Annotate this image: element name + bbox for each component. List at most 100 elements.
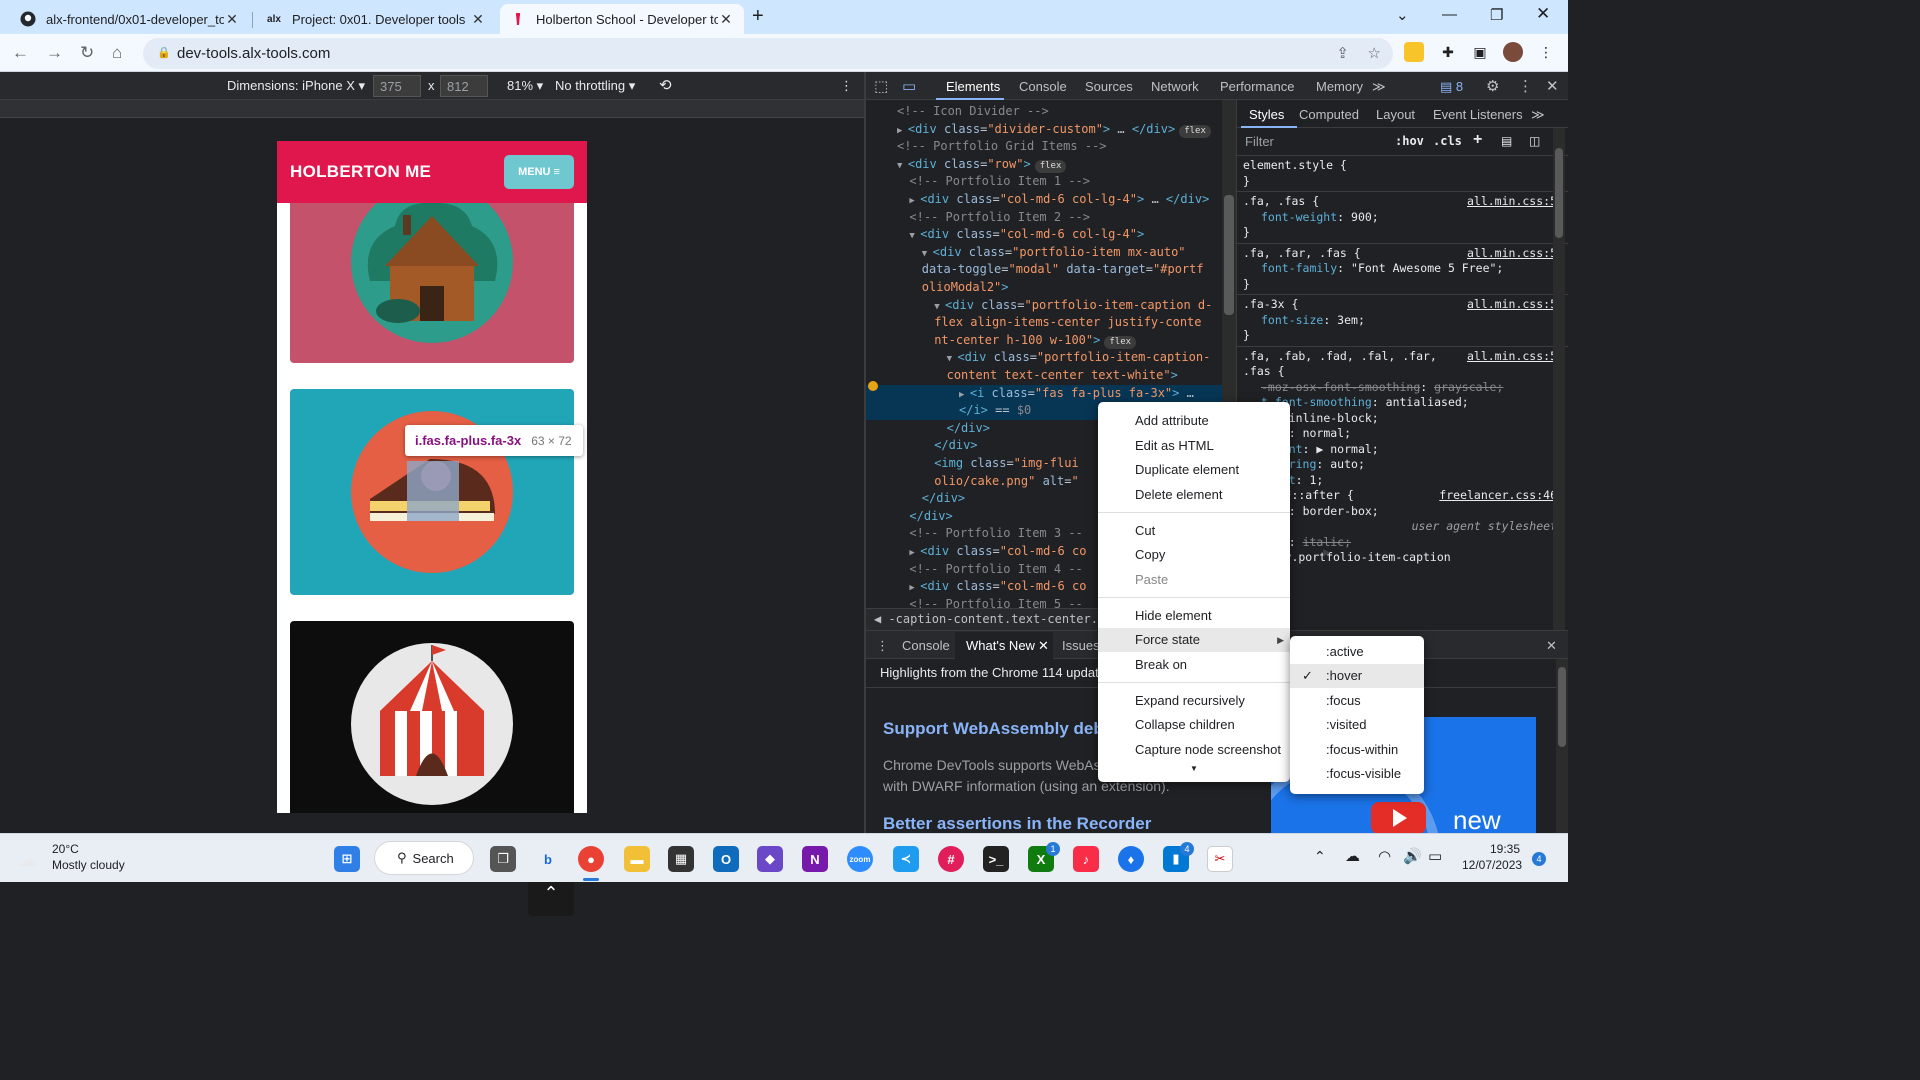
task-view-icon[interactable]: ❐ xyxy=(490,846,516,872)
expand-arrow-icon[interactable]: ▼ xyxy=(909,231,920,241)
slack-icon[interactable]: # xyxy=(938,846,964,872)
dom-tree-line[interactable]: <!-- Portfolio Item 2 --> xyxy=(866,209,1222,227)
outlook-icon[interactable]: O xyxy=(713,846,739,872)
menu-button[interactable]: MENU ≡ xyxy=(504,155,574,189)
menu-break-on[interactable]: Break on▶ xyxy=(1135,657,1330,672)
css-declaration[interactable]: font-weight: 900; xyxy=(1243,210,1563,225)
css-selector[interactable]: .fa, .far, .fas {all.min.css:5 xyxy=(1243,246,1563,261)
state-hover[interactable]: ✓:hover xyxy=(1290,664,1424,688)
hov-toggle[interactable]: :hov xyxy=(1395,134,1424,148)
css-selector[interactable]: .fa, .fas {all.min.css:5 xyxy=(1243,194,1563,209)
inspect-element-icon[interactable]: ⬚ xyxy=(874,77,888,95)
menu-paste[interactable]: Paste xyxy=(1135,572,1168,587)
extension-icon[interactable] xyxy=(1404,42,1424,62)
expand-arrow-icon[interactable]: ▼ xyxy=(934,302,945,312)
drawer-scrollbar[interactable] xyxy=(1556,659,1568,834)
menu-cut[interactable]: Cut xyxy=(1135,523,1155,538)
drawer-tab-console[interactable]: Console xyxy=(902,638,950,653)
menu-duplicate-element[interactable]: Duplicate element xyxy=(1135,462,1239,477)
css-declaration[interactable]: -moz-osx-font-smoothing: grayscale; xyxy=(1243,380,1563,395)
tab-styles[interactable]: Styles xyxy=(1249,107,1284,122)
breadcrumb-back-icon[interactable]: ◀ xyxy=(874,612,888,626)
css-declaration[interactable]: tyle: normal; xyxy=(1243,426,1563,441)
issues-badge[interactable]: ▤ 8 xyxy=(1440,79,1463,95)
dom-tree-line[interactable]: <!-- Portfolio Grid Items --> xyxy=(866,138,1222,156)
dom-tree-line[interactable]: ▶ <i class="fas fa-plus fa-3x"> … xyxy=(866,384,1222,403)
dom-tree-line[interactable]: ▶ <div class="col-md-6 col-lg-4"> … </di… xyxy=(866,191,1222,209)
weather-temp[interactable]: 20°C xyxy=(52,842,79,856)
menu-force-state[interactable]: Force state ▶ xyxy=(1098,628,1290,652)
css-source-link[interactable]: all.min.css:5 xyxy=(1467,349,1557,364)
expand-arrow-icon[interactable]: ▼ xyxy=(922,249,933,259)
expand-arrow-icon[interactable]: ▼ xyxy=(947,354,958,364)
css-rule-close[interactable]: } xyxy=(1243,277,1563,292)
onedrive-icon[interactable]: ☁ xyxy=(1345,847,1360,865)
portfolio-item-cake[interactable] xyxy=(290,389,574,595)
site-brand[interactable]: HOLBERTON ME xyxy=(290,162,431,182)
device-more-icon[interactable]: ⋮ xyxy=(840,78,853,94)
devtools-menu-icon[interactable]: ⋮ xyxy=(1518,77,1533,95)
close-tab-icon[interactable]: ✕ xyxy=(224,11,240,28)
clock-time[interactable]: 19:35 xyxy=(1490,842,1520,856)
more-tabs-icon[interactable]: ≫ xyxy=(1372,79,1386,95)
tab-memory[interactable]: Memory xyxy=(1316,79,1363,94)
styles-filter-input[interactable]: Filter xyxy=(1245,134,1274,149)
portfolio-item-cabin[interactable] xyxy=(290,181,574,363)
toggle-sidebar-icon[interactable]: ◫ xyxy=(1529,134,1540,148)
device-dimensions-dropdown[interactable]: Dimensions: iPhone X ▾ xyxy=(227,78,365,94)
menu-collapse-children[interactable]: Collapse children xyxy=(1135,717,1235,732)
flex-badge[interactable]: flex xyxy=(1179,124,1211,138)
cls-toggle[interactable]: .cls xyxy=(1433,134,1462,148)
zoom-dropdown[interactable]: 81% ▾ xyxy=(507,78,543,94)
tab-event-listeners[interactable]: Event Listeners xyxy=(1433,107,1523,122)
computed-styles-icon[interactable]: ▤ xyxy=(1501,134,1512,148)
css-declaration[interactable]: font-size: 3em; xyxy=(1243,313,1563,328)
collapsed-arrow-icon[interactable]: ▶ xyxy=(909,196,920,206)
extensions-puzzle-icon[interactable]: ✚ xyxy=(1438,42,1458,62)
menu-hide-element[interactable]: Hide element xyxy=(1135,608,1212,623)
state-focus-within[interactable]: :focus-within xyxy=(1326,742,1398,757)
styles-scrollbar[interactable] xyxy=(1553,128,1565,630)
back-icon[interactable]: ← xyxy=(12,43,29,63)
wifi-icon[interactable]: ◠ xyxy=(1378,847,1391,865)
dom-tree-line[interactable]: ▼ <div class="portfolio-item-caption d- xyxy=(866,297,1222,315)
copilot-icon[interactable]: ◆ xyxy=(757,846,783,872)
flex-badge[interactable]: flex xyxy=(1034,159,1067,173)
tab-sources[interactable]: Sources xyxy=(1085,79,1133,94)
css-selector[interactable]: element.style { xyxy=(1243,158,1563,173)
terminal-icon[interactable]: >_ xyxy=(983,846,1009,872)
tab-computed[interactable]: Computed xyxy=(1299,107,1359,122)
dom-tree-line[interactable]: flex align-items-center justify-conte xyxy=(866,314,1222,332)
css-declaration[interactable]: endering: auto; xyxy=(1243,457,1563,472)
menu-scroll-down-icon[interactable]: ▼ xyxy=(1190,764,1198,773)
drawer-tab-whats-new[interactable]: What's New xyxy=(966,638,1035,653)
state-focus-visible[interactable]: :focus-visible xyxy=(1326,766,1401,781)
whats-new-heading-2[interactable]: Better assertions in the Recorder xyxy=(883,814,1151,834)
collapsed-arrow-icon[interactable]: ▶ xyxy=(909,548,920,558)
menu-copy[interactable]: Copy ▶ xyxy=(1135,547,1330,562)
reload-icon[interactable]: ↻ xyxy=(80,43,94,63)
state-focus[interactable]: :focus xyxy=(1326,693,1361,708)
css-declaration[interactable]: font-family: "Font Awesome 5 Free"; xyxy=(1243,261,1563,276)
close-drawer-icon[interactable]: ✕ xyxy=(1546,638,1557,654)
show-hidden-icons[interactable]: ⌃ xyxy=(1314,848,1326,865)
menu-expand-recursively[interactable]: Expand recursively xyxy=(1135,693,1245,708)
omnibox[interactable]: 🔒 dev-tools.alx-tools.com ⇪ ☆ xyxy=(143,38,1393,69)
dom-tree-line[interactable]: <!-- Portfolio Item 1 --> xyxy=(866,173,1222,191)
dom-tree-line[interactable]: ▼ <div class="portfolio-item-caption- xyxy=(866,349,1222,367)
minimize-button[interactable]: — xyxy=(1442,6,1457,23)
battery-icon[interactable]: ▭ xyxy=(1428,847,1442,865)
volume-icon[interactable]: 🔊 xyxy=(1403,847,1422,865)
collapsed-arrow-icon[interactable]: ▶ xyxy=(959,390,970,400)
css-selector[interactable]: rom div.portfolio-item-caption xyxy=(1243,550,1563,565)
windows-start-icon[interactable]: ⊞ xyxy=(334,846,360,872)
new-tab-button[interactable]: + xyxy=(752,5,764,28)
css-selector[interactable]: .fa-3x {all.min.css:5 xyxy=(1243,297,1563,312)
css-declaration[interactable]: t-font-smoothing: antialiased; xyxy=(1243,395,1563,410)
bookmark-star-icon[interactable]: ☆ xyxy=(1368,44,1381,62)
onenote-icon[interactable]: N xyxy=(802,846,828,872)
phone-link-icon[interactable]: ♦ xyxy=(1118,846,1144,872)
settings-gear-icon[interactable]: ⚙ xyxy=(1486,77,1499,95)
store-icon[interactable]: ▦ xyxy=(668,846,694,872)
css-selector[interactable]: fore, *::after {freelancer.css:46 xyxy=(1243,488,1563,503)
